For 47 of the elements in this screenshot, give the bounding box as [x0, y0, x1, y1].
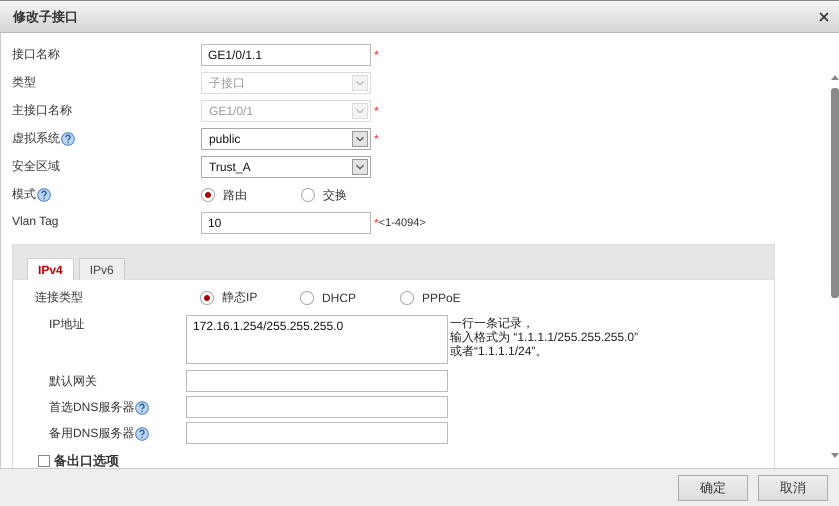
text-field[interactable] [186, 422, 448, 444]
field-label: 模式 [12, 186, 36, 203]
text-field[interactable]: 10 [201, 212, 371, 234]
field-label: 类型 [12, 74, 36, 91]
required-mark: * [374, 48, 379, 62]
radio-option[interactable]: DHCP [300, 290, 400, 304]
text-field[interactable]: GE1/0/1.1 [201, 44, 371, 66]
tab[interactable]: IPv6 [78, 258, 125, 280]
field-label: IP地址 [49, 316, 84, 333]
caret-icon [352, 103, 368, 119]
caret-icon [352, 131, 368, 147]
field-label: Vlan Tag [12, 214, 58, 228]
close-icon[interactable] [819, 12, 829, 22]
required-mark: * [374, 104, 379, 118]
radio-option[interactable]: 路由 [201, 186, 301, 204]
field-label: 备用DNS服务器 [49, 425, 134, 442]
ip-address-field[interactable]: 172.16.1.254/255.255.255.0 [186, 315, 448, 364]
radio-option[interactable]: PPPoE [400, 290, 500, 304]
caret-icon [352, 75, 368, 91]
checkbox-label: 备出口选项 [54, 452, 119, 468]
field-label: 首选DNS服务器 [49, 399, 134, 416]
field-label: 连接类型 [35, 289, 83, 306]
dialog-button[interactable]: 取消 [758, 474, 828, 500]
format-hint: 一行一条记录， 输入格式为 “1.1.1.1/255.255.255.0” 或者“1.1.1.1/24”。 [450, 315, 638, 358]
text-field[interactable] [186, 396, 448, 418]
dialog-title: 修改子接口 [13, 8, 78, 26]
field-label: 主接口名称 [12, 102, 72, 119]
tab[interactable]: IPv4 [27, 258, 74, 280]
range-hint: <1-4094> [378, 217, 426, 229]
checkbox[interactable] [38, 455, 50, 467]
radio-option[interactable]: 交换 [301, 186, 401, 204]
field-label: 默认网关 [49, 373, 97, 390]
help-icon[interactable] [135, 400, 150, 414]
required-mark: * [374, 132, 379, 146]
help-icon[interactable] [135, 426, 150, 440]
field-label: 虚拟系统 [12, 130, 60, 147]
caret-icon [352, 159, 368, 175]
dropdown[interactable]: Trust_A [201, 156, 371, 178]
help-icon[interactable] [37, 188, 51, 202]
field-label: 接口名称 [12, 46, 60, 63]
dialog-button[interactable]: 确定 [678, 474, 748, 500]
help-icon[interactable] [61, 132, 75, 146]
field-label: 安全区域 [12, 158, 60, 175]
required-mark: * [374, 216, 379, 230]
text-field[interactable] [186, 370, 448, 392]
dropdown[interactable]: public [201, 128, 371, 150]
radio-option[interactable]: 静态IP [200, 289, 300, 306]
